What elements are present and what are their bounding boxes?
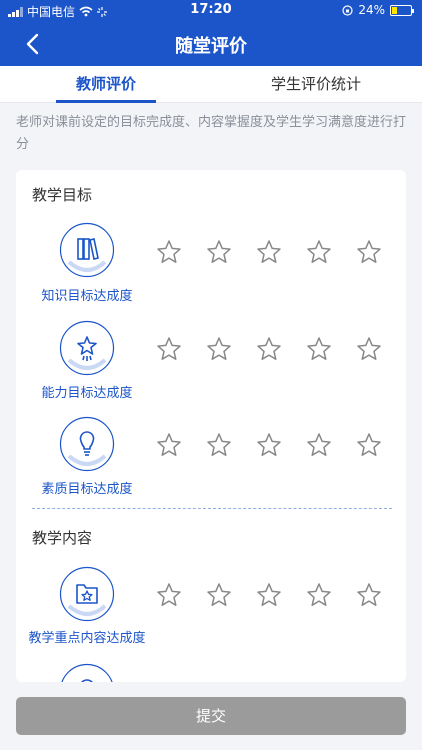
star-icon[interactable] [256,336,282,362]
star-icon[interactable] [156,239,182,265]
battery-percent: 24% [358,3,385,17]
star-icon[interactable] [206,582,232,608]
star-icon[interactable] [206,336,232,362]
tab-bar: 教师评价 学生评价统计 [0,66,422,103]
star-icon[interactable] [256,582,282,608]
star-icon[interactable] [306,336,332,362]
rating-stars [156,432,382,458]
battery-icon [390,4,414,16]
star-icon[interactable] [156,336,182,362]
rating-stars [156,336,382,362]
star-icon[interactable] [306,582,332,608]
evaluation-description: 老师对课前设定的目标完成度、内容掌握度及学生学习满意度进行打分 [16,115,407,152]
item-label: 知识目标达成度 [41,289,133,304]
star-icon[interactable] [306,432,332,458]
page-title: 随堂评价 [175,36,247,57]
evaluation-card: 教学目标 知识目标达成度 能力目标达成度 素质目标达成度 教学内容 教学重点内容… [16,170,406,682]
section-divider [32,508,392,509]
navigation-bar: 随堂评价 [0,22,422,66]
star-icon[interactable] [356,432,382,458]
orientation-lock-icon [342,4,353,16]
star-icon[interactable] [156,582,182,608]
back-arrow-icon[interactable] [20,30,48,58]
star-icon[interactable] [156,432,182,458]
item-label: 能力目标达成度 [41,386,133,401]
star-icon[interactable] [356,336,382,362]
item-label: 素质目标达成度 [41,482,133,497]
star-icon[interactable] [206,432,232,458]
tab-student-statistics[interactable]: 学生评价统计 [246,66,386,103]
lightbulb-icon [59,416,115,472]
section-title: 教学目标 [32,186,93,204]
rating-stars [156,582,382,608]
tab-teacher-evaluation[interactable]: 教师评价 [36,66,176,103]
books-icon [59,222,115,278]
star-icon[interactable] [306,239,332,265]
star-icon[interactable] [256,239,282,265]
rating-stars [156,239,382,265]
next-item-icon [61,663,113,682]
folder-star-icon [59,566,115,622]
item-label: 教学重点内容达成度 [28,631,146,646]
app-header: 中国电信 17:20 24% 随堂评价 [0,0,422,66]
star-icon[interactable] [356,239,382,265]
status-bar: 中国电信 17:20 24% [0,0,422,22]
star-icon[interactable] [356,582,382,608]
star-icon[interactable] [206,239,232,265]
star-icon[interactable] [256,432,282,458]
star-rocket-icon [59,320,115,376]
submit-button[interactable]: 提交 [16,697,406,735]
active-tab-indicator [56,100,156,103]
section-title: 教学内容 [32,529,93,547]
